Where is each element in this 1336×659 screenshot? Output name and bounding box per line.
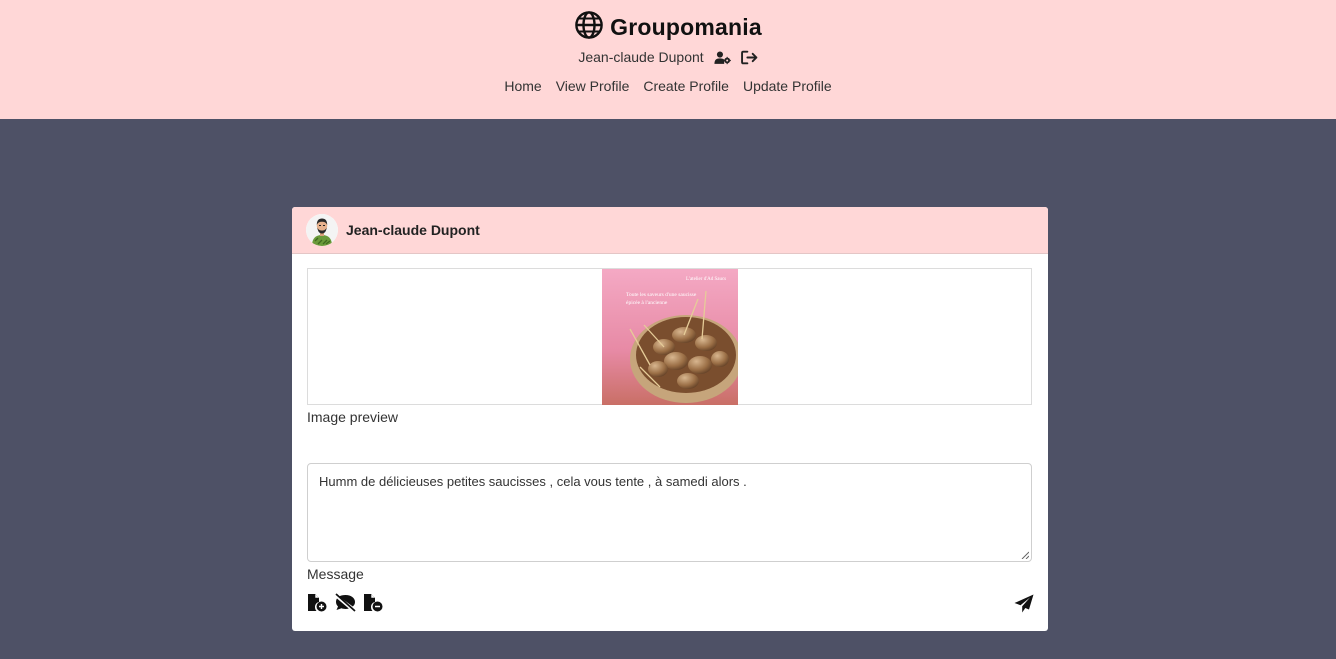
file-add-icon[interactable] — [307, 593, 328, 612]
comment-slash-icon[interactable] — [335, 593, 356, 612]
image-preview-label: Image preview — [307, 409, 399, 425]
user-gear-icon[interactable] — [714, 50, 731, 65]
create-post-card: Jean-claude Dupont L'atelier d'Ad Saucs … — [292, 207, 1048, 631]
post-actions — [307, 593, 384, 612]
brand-name: Groupomania — [610, 14, 762, 40]
paper-plane-icon — [1014, 594, 1034, 613]
send-button[interactable] — [1014, 594, 1034, 613]
message-text: Humm de délicieuses petites saucisses , … — [319, 474, 747, 489]
preview-image: L'atelier d'Ad Saucs Toute les saveurs d… — [602, 269, 738, 405]
resize-handle-icon[interactable] — [1021, 551, 1029, 559]
nav-home[interactable]: Home — [504, 78, 541, 94]
nav-view-profile[interactable]: View Profile — [556, 78, 630, 94]
logout-icon[interactable] — [740, 50, 758, 65]
nav-update-profile[interactable]: Update Profile — [743, 78, 832, 94]
globe-icon — [574, 10, 604, 45]
author-name: Jean-claude Dupont — [346, 222, 480, 238]
current-user-name: Jean-claude Dupont — [578, 49, 704, 65]
avatar — [306, 214, 338, 246]
nav-create-profile[interactable]: Create Profile — [643, 78, 729, 94]
app-header: Groupomania Jean-claude Dupont Home View… — [0, 0, 1336, 119]
message-input[interactable]: Humm de délicieuses petites saucisses , … — [307, 463, 1032, 562]
file-remove-icon[interactable] — [363, 593, 384, 612]
user-bar: Jean-claude Dupont — [0, 49, 1336, 65]
svg-text:Toute les saveurs d'une saucis: Toute les saveurs d'une saucisse — [626, 292, 697, 298]
card-header: Jean-claude Dupont — [292, 207, 1048, 254]
main-nav: Home View Profile Create Profile Update … — [0, 78, 1336, 94]
svg-text:épicée à l'ancienne: épicée à l'ancienne — [626, 300, 668, 306]
message-label: Message — [307, 566, 364, 582]
image-preview: L'atelier d'Ad Saucs Toute les saveurs d… — [307, 268, 1032, 405]
brand[interactable]: Groupomania — [0, 10, 1336, 45]
image-caption: L'atelier d'Ad Saucs — [686, 277, 726, 282]
